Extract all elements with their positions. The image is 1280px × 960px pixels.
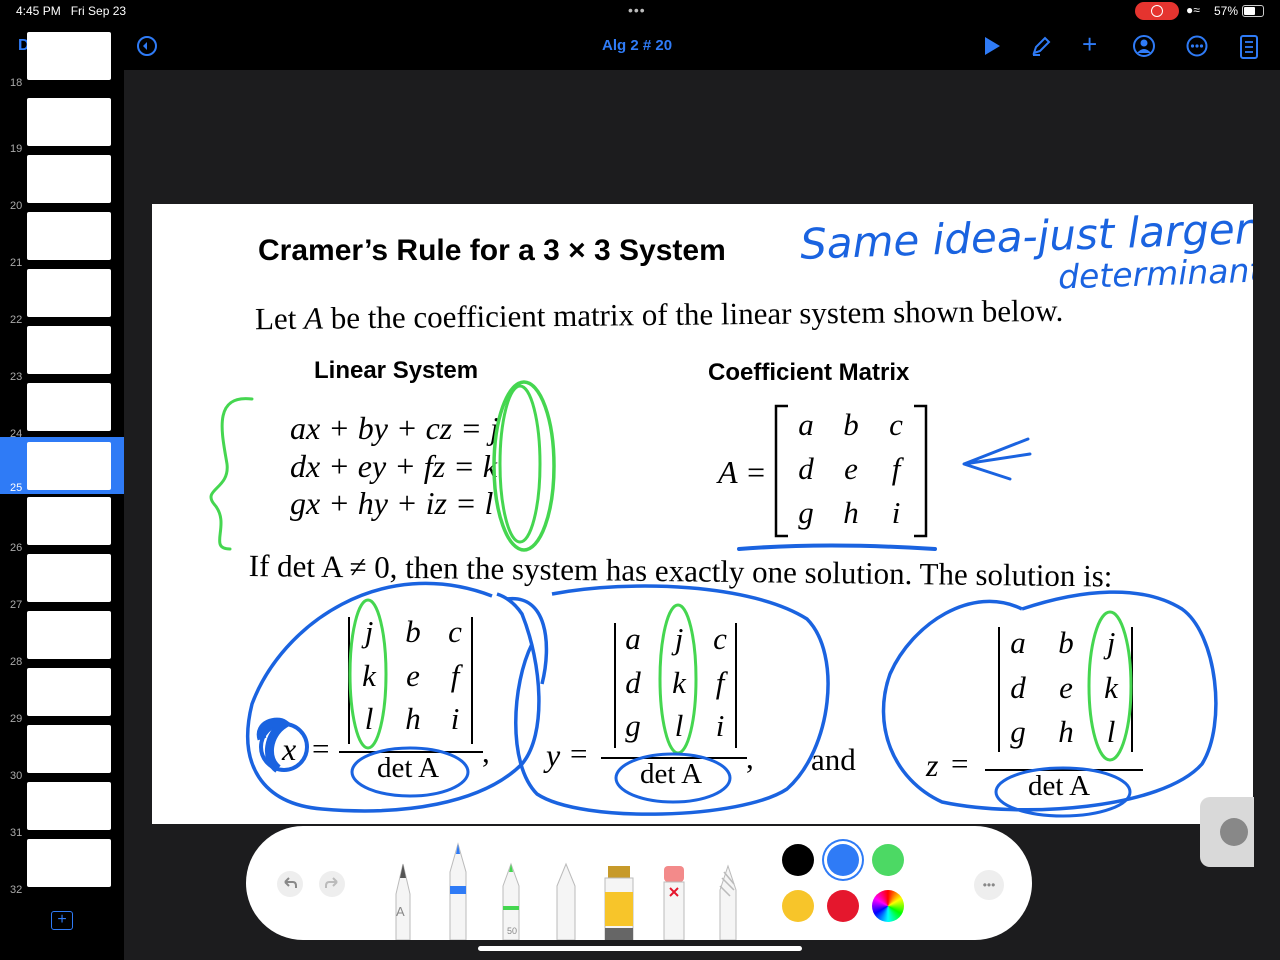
crayon-icon[interactable]: [714, 864, 742, 940]
slide-thumbnail[interactable]: 29: [0, 668, 124, 725]
pen-icon[interactable]: [444, 842, 472, 940]
status-bar: 4:45 PM Fri Sep 23 ••• ●≈ 57%: [0, 0, 1280, 22]
color-swatch-black[interactable]: [782, 844, 814, 876]
add-icon[interactable]: +: [1082, 31, 1097, 57]
slide-thumbnail[interactable]: 22: [0, 269, 124, 326]
slide-thumbnail[interactable]: 28: [0, 611, 124, 668]
document-title[interactable]: Alg 2 # 20: [602, 37, 672, 54]
fountain-pen-icon[interactable]: [552, 860, 580, 940]
slide-thumbnail[interactable]: 20: [0, 155, 124, 212]
slide-navigator: 18 19 20 21 22 23 24 25 26 27 28 29 30 3…: [0, 32, 124, 960]
stroke-size-label: 50: [507, 926, 518, 936]
slide-thumbnail[interactable]: 31: [0, 782, 124, 839]
more-icon[interactable]: [1186, 35, 1208, 61]
color-swatch-green[interactable]: [872, 844, 904, 876]
collaborate-icon[interactable]: [1132, 35, 1156, 61]
add-slide-button[interactable]: +: [51, 911, 73, 930]
color-swatch-red[interactable]: [827, 890, 859, 922]
slide-thumbnail[interactable]: 18: [0, 32, 124, 89]
multitasking-icon[interactable]: •••: [628, 2, 646, 18]
pencil-label: A: [396, 904, 405, 919]
pencil-toolbar: A 50 •••: [246, 826, 1032, 940]
ink-annotations: [209, 380, 1218, 818]
color-picker-icon[interactable]: [872, 890, 904, 922]
home-indicator: [478, 946, 802, 951]
color-swatch-yellow[interactable]: [782, 890, 814, 922]
play-icon[interactable]: [982, 36, 1002, 60]
wifi-icon: ●≈: [1186, 3, 1200, 17]
format-icon[interactable]: [1240, 35, 1258, 63]
slide-thumbnail-selected[interactable]: 25: [0, 437, 124, 494]
eraser-icon[interactable]: [660, 864, 688, 940]
top-toolbar: Done Alg 2 # 20 +: [0, 22, 1280, 70]
redo-ink-button[interactable]: [318, 870, 346, 904]
sidebar-handle[interactable]: [1200, 797, 1254, 867]
slide-thumbnail[interactable]: 32: [0, 839, 124, 896]
screen-recording-icon[interactable]: [1135, 2, 1179, 20]
undo-ink-button[interactable]: [276, 870, 304, 904]
slide-thumbnail[interactable]: 24: [0, 383, 124, 440]
slide-thumbnail[interactable]: 30: [0, 725, 124, 782]
more-tools-button[interactable]: •••: [974, 870, 1004, 900]
undo-icon[interactable]: [136, 35, 158, 61]
battery-icon: [1242, 5, 1264, 17]
battery-percent: 57%: [1214, 4, 1239, 18]
color-swatch-blue-selected[interactable]: [827, 844, 859, 876]
pencil-icon[interactable]: [388, 856, 418, 940]
slide-thumbnail[interactable]: 21: [0, 212, 124, 269]
slide-thumbnail[interactable]: 27: [0, 554, 124, 611]
slide-thumbnail[interactable]: 26: [0, 497, 124, 554]
slide-canvas[interactable]: Cramer’s Rule for a 3 × 3 System Let A b…: [152, 204, 1253, 824]
highlighter-icon[interactable]: [602, 862, 636, 940]
markup-icon[interactable]: [1030, 35, 1052, 61]
slide-thumbnail[interactable]: 19: [0, 98, 124, 155]
status-time: 4:45 PM Fri Sep 23: [16, 4, 127, 18]
slide-thumbnail[interactable]: 23: [0, 326, 124, 383]
